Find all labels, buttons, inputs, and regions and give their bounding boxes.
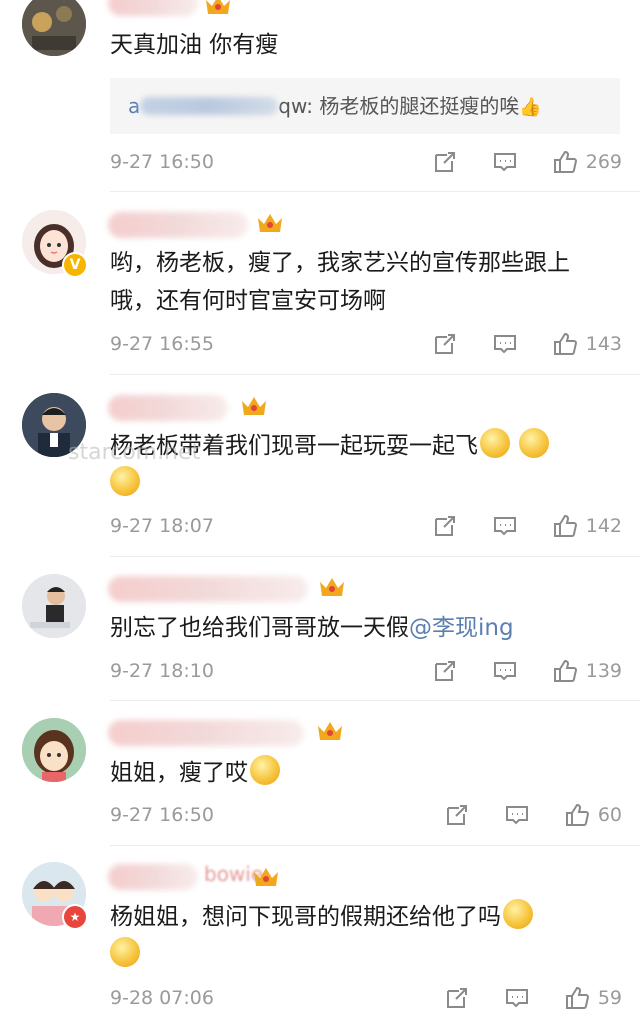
crown-icon	[242, 397, 266, 415]
comment-text: 杨老板带着我们现哥一起玩耍一起飞	[110, 427, 622, 503]
comment-meta: 9-27 16:55 143	[110, 329, 622, 359]
comment-icon[interactable]	[492, 513, 518, 539]
avatar[interactable]	[22, 0, 86, 56]
comment-text: 哟，杨老板，瘦了，我家艺兴的宣传那些跟上哦，还有何时官宣安可场啊	[110, 250, 570, 314]
username-blurred[interactable]	[108, 576, 308, 602]
crown-icon	[206, 0, 230, 14]
like-icon[interactable]	[564, 802, 590, 828]
comment-text: 别忘了也给我们哥哥放一天假@李现ing	[110, 609, 622, 647]
comment-text: 姐姐，瘦了哎	[110, 754, 622, 792]
divider	[110, 374, 640, 375]
crown-icon	[254, 868, 278, 886]
like-count: 60	[597, 804, 622, 826]
timestamp: 9-27 18:10	[110, 660, 214, 682]
comment-meta: 9-28 07:06 59	[110, 983, 622, 1013]
comment-text: 天真加油 你有瘦	[110, 32, 279, 58]
avatar[interactable]	[22, 574, 86, 638]
like-count: 142	[585, 515, 622, 537]
kiss-emoji	[519, 428, 550, 458]
timestamp: 9-27 16:50	[110, 151, 214, 173]
comment-meta: 9-27 18:10 139	[110, 656, 622, 686]
divider	[110, 700, 640, 701]
quoted-reply[interactable]: a qw: 杨老板的腿还挺瘦的唉👍	[110, 78, 620, 134]
timestamp: 9-27 16:50	[110, 804, 214, 826]
like-icon[interactable]	[552, 149, 578, 175]
like-count: 143	[585, 333, 622, 355]
comment-icon[interactable]	[492, 658, 518, 684]
comment-icon[interactable]	[492, 149, 518, 175]
comment-meta: 9-27 18:07 142	[110, 511, 622, 541]
comment-text-content: 姐姐，瘦了哎	[110, 760, 248, 786]
comment-text: 杨姐姐，想问下现哥的假期还给他了吗	[110, 898, 622, 974]
share-icon[interactable]	[432, 149, 458, 175]
red-badge: ★	[62, 904, 88, 930]
watermark: starcom.net	[68, 440, 201, 465]
share-icon[interactable]	[432, 513, 458, 539]
vip-badge: V	[62, 252, 88, 278]
divider	[110, 556, 640, 557]
share-icon[interactable]	[432, 658, 458, 684]
mention-link[interactable]: @李现ing	[409, 615, 514, 641]
crown-icon	[258, 214, 282, 232]
username-blurred[interactable]	[108, 720, 304, 746]
quote-author-blurred	[140, 97, 279, 115]
comment-meta: 9-27 16:50 60	[110, 800, 622, 830]
divider	[110, 191, 640, 192]
username-blurred[interactable]	[108, 0, 198, 16]
kiss-emoji	[480, 428, 510, 458]
share-icon[interactable]	[444, 985, 470, 1011]
share-icon[interactable]	[444, 802, 470, 828]
username-blurred[interactable]	[108, 395, 228, 421]
timestamp: 9-27 18:07	[110, 515, 214, 537]
kiss-emoji	[110, 466, 140, 496]
timestamp: 9-28 07:06	[110, 987, 214, 1009]
like-count: 59	[597, 987, 622, 1009]
quote-text: qw: 杨老板的腿还挺瘦的唉	[278, 94, 520, 118]
crown-icon	[320, 578, 344, 596]
thumbs-up-emoji: 👍	[519, 97, 542, 118]
username-blurred[interactable]	[108, 864, 198, 890]
avatar[interactable]	[22, 718, 86, 782]
username-blurred[interactable]	[108, 212, 248, 238]
comment-text-content: 别忘了也给我们哥哥放一天假	[110, 615, 409, 641]
comment-icon[interactable]	[492, 331, 518, 357]
like-count: 269	[585, 151, 622, 173]
comment-meta: 9-27 16:50 269	[110, 147, 622, 177]
like-icon[interactable]	[552, 658, 578, 684]
crown-icon	[318, 722, 342, 740]
share-icon[interactable]	[432, 331, 458, 357]
like-icon[interactable]	[564, 985, 590, 1011]
timestamp: 9-27 16:55	[110, 333, 214, 355]
like-icon[interactable]	[552, 331, 578, 357]
quote-author-initial: a	[128, 94, 141, 118]
comment-icon[interactable]	[504, 802, 530, 828]
smile-emoji	[250, 755, 280, 785]
divider	[110, 845, 640, 846]
comment-icon[interactable]	[504, 985, 530, 1011]
like-count: 139	[585, 660, 622, 682]
like-icon[interactable]	[552, 513, 578, 539]
laughing-emoji	[503, 899, 533, 929]
comment-text-content: 杨姐姐，想问下现哥的假期还给他了吗	[110, 904, 501, 930]
laughing-emoji	[110, 937, 140, 967]
